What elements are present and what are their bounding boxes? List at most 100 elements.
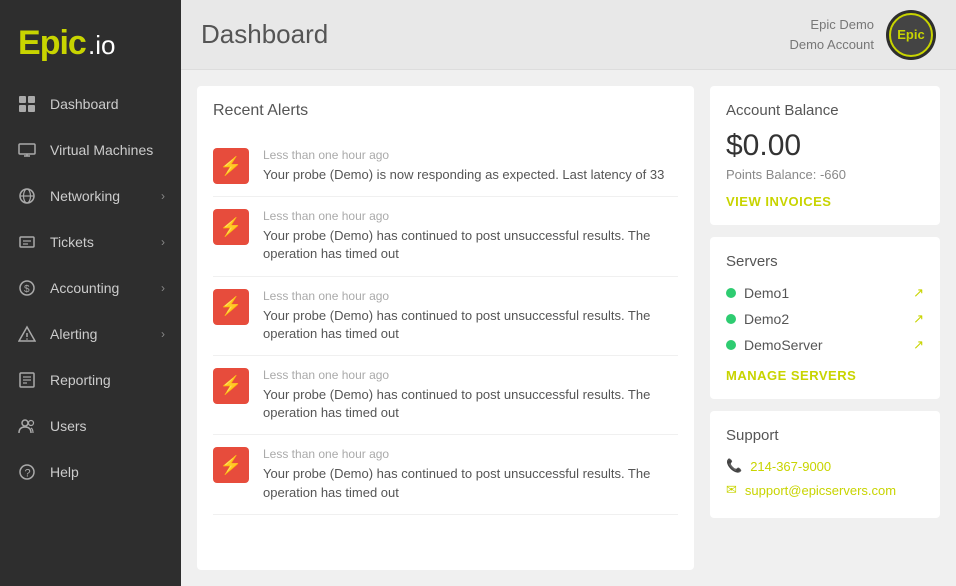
tickets-arrow: ›: [161, 235, 165, 249]
server-name-0: Demo1: [744, 285, 905, 301]
account-balance-card: Account Balance $0.00 Points Balance: -6…: [710, 86, 940, 225]
account-name: Demo Account: [789, 35, 874, 55]
sidebar-item-users[interactable]: Users: [0, 403, 181, 449]
sidebar-item-dashboard[interactable]: Dashboard: [0, 81, 181, 127]
server-item-0: Demo1 ↗: [726, 280, 924, 306]
manage-servers-link[interactable]: MANAGE SERVERS: [726, 368, 924, 383]
server-name-1: Demo2: [744, 311, 905, 327]
alerts-section-title: Recent Alerts: [213, 102, 678, 120]
sidebar: Epic .io Dashboard Virtual Machines: [0, 0, 181, 586]
reporting-icon: [16, 369, 38, 391]
alert-item-2: ⚡ Less than one hour ago Your probe (Dem…: [213, 277, 678, 356]
top-bar: Dashboard Epic Demo Demo Account Epic: [181, 0, 956, 70]
user-info: Epic Demo Demo Account: [789, 15, 874, 54]
alert-content-0: Less than one hour ago Your probe (Demo)…: [263, 148, 664, 184]
page-title: Dashboard: [201, 19, 328, 50]
svg-text:$: $: [24, 284, 30, 295]
sidebar-help-label: Help: [50, 464, 165, 480]
alert-msg-2: Your probe (Demo) has continued to post …: [263, 307, 678, 343]
external-link-icon-0[interactable]: ↗: [913, 285, 924, 301]
view-invoices-link[interactable]: VIEW INVOICES: [726, 194, 924, 209]
alert-item-4: ⚡ Less than one hour ago Your probe (Dem…: [213, 435, 678, 514]
networking-icon: [16, 185, 38, 207]
alert-time-0: Less than one hour ago: [263, 148, 664, 162]
sidebar-item-help[interactable]: ? Help: [0, 449, 181, 495]
alert-item-3: ⚡ Less than one hour ago Your probe (Dem…: [213, 356, 678, 435]
accounting-arrow: ›: [161, 281, 165, 295]
avatar-inner: Epic: [889, 13, 933, 57]
alert-msg-3: Your probe (Demo) has continued to post …: [263, 386, 678, 422]
sidebar-accounting-label: Accounting: [50, 280, 161, 296]
right-panel: Account Balance $0.00 Points Balance: -6…: [710, 86, 940, 570]
content-area: Recent Alerts ⚡ Less than one hour ago Y…: [181, 70, 956, 586]
alert-icon-2: ⚡: [213, 289, 249, 325]
logo-area: Epic .io: [0, 0, 181, 81]
sidebar-networking-label: Networking: [50, 188, 161, 204]
server-item-1: Demo2 ↗: [726, 306, 924, 332]
alert-msg-0: Your probe (Demo) is now responding as e…: [263, 166, 664, 184]
sidebar-dashboard-label: Dashboard: [50, 96, 165, 112]
users-icon: [16, 415, 38, 437]
server-item-2: DemoServer ↗: [726, 332, 924, 358]
tickets-icon: [16, 231, 38, 253]
sidebar-item-tickets[interactable]: Tickets ›: [0, 219, 181, 265]
sidebar-tickets-label: Tickets: [50, 234, 161, 250]
alert-msg-4: Your probe (Demo) has continued to post …: [263, 465, 678, 501]
alert-icon-4: ⚡: [213, 447, 249, 483]
alert-icon-3: ⚡: [213, 368, 249, 404]
server-status-dot-0: [726, 288, 736, 298]
lightning-icon-3: ⚡: [220, 375, 242, 396]
sidebar-item-virtual-machines[interactable]: Virtual Machines: [0, 127, 181, 173]
sidebar-reporting-label: Reporting: [50, 372, 165, 388]
sidebar-vm-label: Virtual Machines: [50, 142, 165, 158]
balance-amount: $0.00: [726, 129, 924, 163]
server-name-2: DemoServer: [744, 337, 905, 353]
sidebar-item-reporting[interactable]: Reporting: [0, 357, 181, 403]
external-link-icon-1[interactable]: ↗: [913, 311, 924, 327]
logo-svg: Epic .io: [16, 18, 146, 63]
lightning-icon-0: ⚡: [220, 156, 242, 177]
help-icon: ?: [16, 461, 38, 483]
user-area: Epic Demo Demo Account Epic: [789, 10, 936, 60]
servers-title: Servers: [726, 253, 924, 270]
support-phone-item: 📞 214-367-9000: [726, 454, 924, 478]
support-phone[interactable]: 214-367-9000: [750, 459, 831, 474]
server-status-dot-2: [726, 340, 736, 350]
sidebar-alerting-label: Alerting: [50, 326, 161, 342]
avatar[interactable]: Epic: [886, 10, 936, 60]
accounting-icon: $: [16, 277, 38, 299]
alerting-arrow: ›: [161, 327, 165, 341]
sidebar-item-networking[interactable]: Networking ›: [0, 173, 181, 219]
support-title: Support: [726, 427, 924, 444]
points-balance: Points Balance: -660: [726, 167, 924, 182]
sidebar-item-accounting[interactable]: $ Accounting ›: [0, 265, 181, 311]
alert-content-4: Less than one hour ago Your probe (Demo)…: [263, 447, 678, 501]
external-link-icon-2[interactable]: ↗: [913, 337, 924, 353]
support-card: Support 📞 214-367-9000 ✉ support@epicser…: [710, 411, 940, 518]
lightning-icon-4: ⚡: [220, 455, 242, 476]
alert-icon-1: ⚡: [213, 209, 249, 245]
alert-msg-1: Your probe (Demo) has continued to post …: [263, 227, 678, 263]
alerts-panel: Recent Alerts ⚡ Less than one hour ago Y…: [197, 86, 694, 570]
alerting-icon: [16, 323, 38, 345]
server-status-dot-1: [726, 314, 736, 324]
alert-time-1: Less than one hour ago: [263, 209, 678, 223]
alert-content-3: Less than one hour ago Your probe (Demo)…: [263, 368, 678, 422]
main-content: Dashboard Epic Demo Demo Account Epic Re…: [181, 0, 956, 586]
email-icon: ✉: [726, 482, 737, 498]
dashboard-icon: [16, 93, 38, 115]
alert-item-0: ⚡ Less than one hour ago Your probe (Dem…: [213, 136, 678, 197]
lightning-icon-1: ⚡: [220, 217, 242, 238]
alert-content-2: Less than one hour ago Your probe (Demo)…: [263, 289, 678, 343]
svg-text:Epic: Epic: [18, 24, 86, 62]
support-email-item: ✉ support@epicservers.com: [726, 478, 924, 502]
account-balance-title: Account Balance: [726, 102, 924, 119]
alert-time-3: Less than one hour ago: [263, 368, 678, 382]
user-name: Epic Demo: [789, 15, 874, 35]
support-email[interactable]: support@epicservers.com: [745, 483, 896, 498]
sidebar-item-alerting[interactable]: Alerting ›: [0, 311, 181, 357]
alert-content-1: Less than one hour ago Your probe (Demo)…: [263, 209, 678, 263]
servers-card: Servers Demo1 ↗ Demo2 ↗ DemoServer ↗ MAN…: [710, 237, 940, 399]
alert-time-2: Less than one hour ago: [263, 289, 678, 303]
avatar-logo-text: Epic: [897, 27, 924, 42]
